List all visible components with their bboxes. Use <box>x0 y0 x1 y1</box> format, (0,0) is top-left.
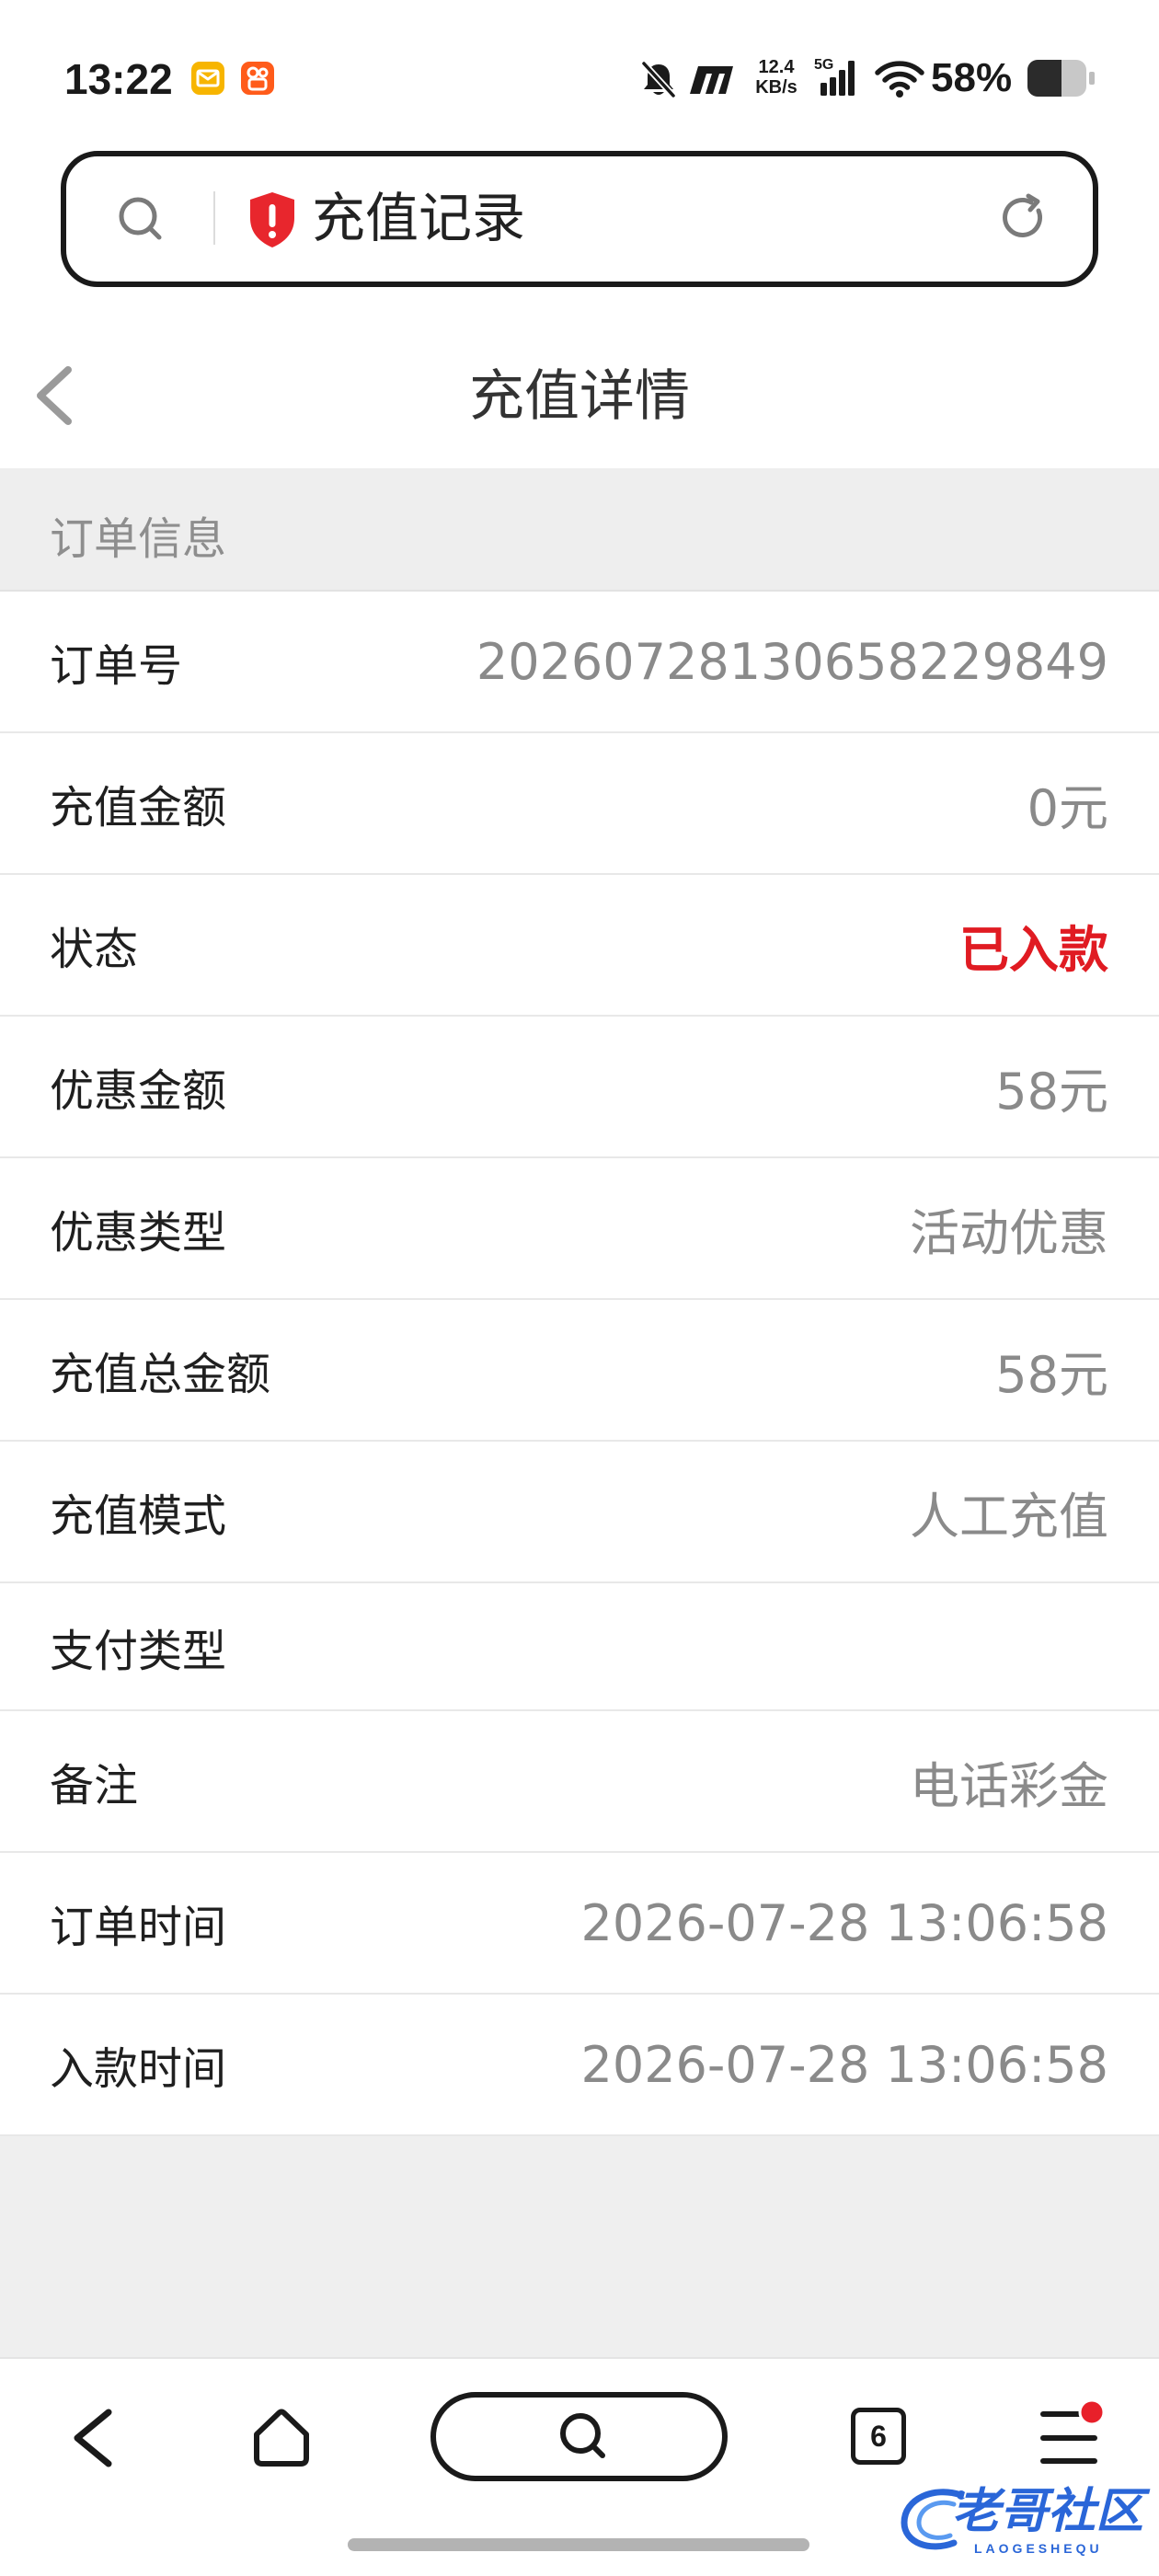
mail-app-icon <box>191 62 224 95</box>
address-bar-divider <box>213 191 215 245</box>
home-icon[interactable] <box>248 2403 315 2473</box>
row-value: 2026-07-28 13:06:58 <box>580 2035 1108 2094</box>
detail-row-recharge-amount: 充值金额 0元 <box>0 733 1159 875</box>
detail-row-status: 状态 已入款 <box>0 875 1159 1017</box>
row-value: 58元 <box>995 1345 1108 1404</box>
back-arrow-icon[interactable] <box>64 2403 120 2473</box>
detail-row-recharge-mode: 充值模式 人工充值 <box>0 1442 1159 1583</box>
row-label: 充值总金额 <box>50 1351 271 1399</box>
watermark-subtext: LAOGESHEQU <box>974 2541 1103 2556</box>
security-shield-icon[interactable] <box>247 190 298 249</box>
row-value: 58元 <box>995 1062 1108 1121</box>
search-icon[interactable] <box>112 190 167 246</box>
row-label: 优惠类型 <box>50 1209 227 1258</box>
status-value: 已入款 <box>959 920 1108 979</box>
address-bar-title[interactable]: 充值记录 <box>312 190 525 247</box>
row-label: 支付类型 <box>50 1627 227 1676</box>
address-bar[interactable]: 充值记录 <box>61 151 1098 287</box>
row-label: 优惠金额 <box>50 1067 227 1116</box>
wifi-icon <box>875 61 924 98</box>
row-value: 2026-07-28 13:06:58 <box>580 1893 1108 1952</box>
detail-row-discount-type: 优惠类型 活动优惠 <box>0 1158 1159 1300</box>
app-root: 13:22 12.4 KB/s 5G 58% 充值记录 充值详情 订单信息 订单… <box>0 0 1159 2576</box>
row-label: 充值金额 <box>50 784 227 833</box>
battery-nub <box>1089 72 1095 85</box>
network-type: 5G <box>814 57 833 73</box>
kuaishou-app-icon <box>241 62 274 95</box>
section-title: 订单信息 <box>50 515 227 564</box>
row-value: 电话彩金 <box>910 1756 1108 1815</box>
row-value: 20260728130658229849 <box>476 632 1108 691</box>
row-label: 备注 <box>50 1762 139 1811</box>
detail-row-order-number: 订单号 20260728130658229849 <box>0 592 1159 733</box>
row-label: 充值模式 <box>50 1492 227 1541</box>
detail-row-payment-type: 支付类型 <box>0 1583 1159 1711</box>
network-speed-unit: KB/s <box>755 77 798 98</box>
row-value: 人工充值 <box>910 1487 1108 1546</box>
network-speed-value: 12.4 <box>758 57 795 77</box>
battery-icon <box>1027 60 1096 97</box>
search-icon <box>560 2413 605 2458</box>
page-title: 充值详情 <box>469 365 690 427</box>
mute-bell-icon <box>641 61 676 98</box>
battery-percentage: 58% <box>931 55 1013 100</box>
refresh-icon[interactable] <box>995 190 1050 246</box>
detail-row-credit-time: 入款时间 2026-07-28 13:06:58 <box>0 1995 1159 2136</box>
detail-row-order-time: 订单时间 2026-07-28 13:06:58 <box>0 1853 1159 1995</box>
search-button[interactable] <box>430 2392 728 2481</box>
row-value: 0元 <box>1027 778 1108 837</box>
signal-icon: 5G <box>814 57 855 96</box>
detail-row-discount-amount: 优惠金额 58元 <box>0 1017 1159 1158</box>
row-value: 活动优惠 <box>910 1203 1108 1262</box>
detail-row-remark: 备注 电话彩金 <box>0 1711 1159 1853</box>
row-label: 状态 <box>50 926 139 974</box>
notification-dot <box>1078 2398 1106 2426</box>
row-label: 入款时间 <box>50 2045 227 2094</box>
status-bar: 13:22 12.4 KB/s 5G 58% <box>0 0 1159 147</box>
status-time: 13:22 <box>64 55 173 103</box>
menu-icon[interactable] <box>1038 2396 1111 2475</box>
home-indicator[interactable] <box>348 2538 809 2551</box>
section-header: 订单信息 <box>0 468 1159 592</box>
battery-fill <box>1027 60 1062 97</box>
row-label: 订单号 <box>50 642 183 691</box>
tabs-icon[interactable]: 6 <box>851 2408 906 2465</box>
row-label: 订单时间 <box>50 1903 227 1952</box>
detail-list: 订单号 20260728130658229849 充值金额 0元 状态 已入款 … <box>0 592 1159 2136</box>
battery-body <box>1027 60 1086 97</box>
hyper-m-icon <box>690 66 733 94</box>
network-speed: 12.4 KB/s <box>751 57 802 98</box>
watermark-text: 老哥社区 <box>952 2485 1144 2538</box>
watermark-logo: 老哥社区 LAOGESHEQU <box>897 2477 1154 2569</box>
detail-row-total-amount: 充值总金额 58元 <box>0 1300 1159 1442</box>
